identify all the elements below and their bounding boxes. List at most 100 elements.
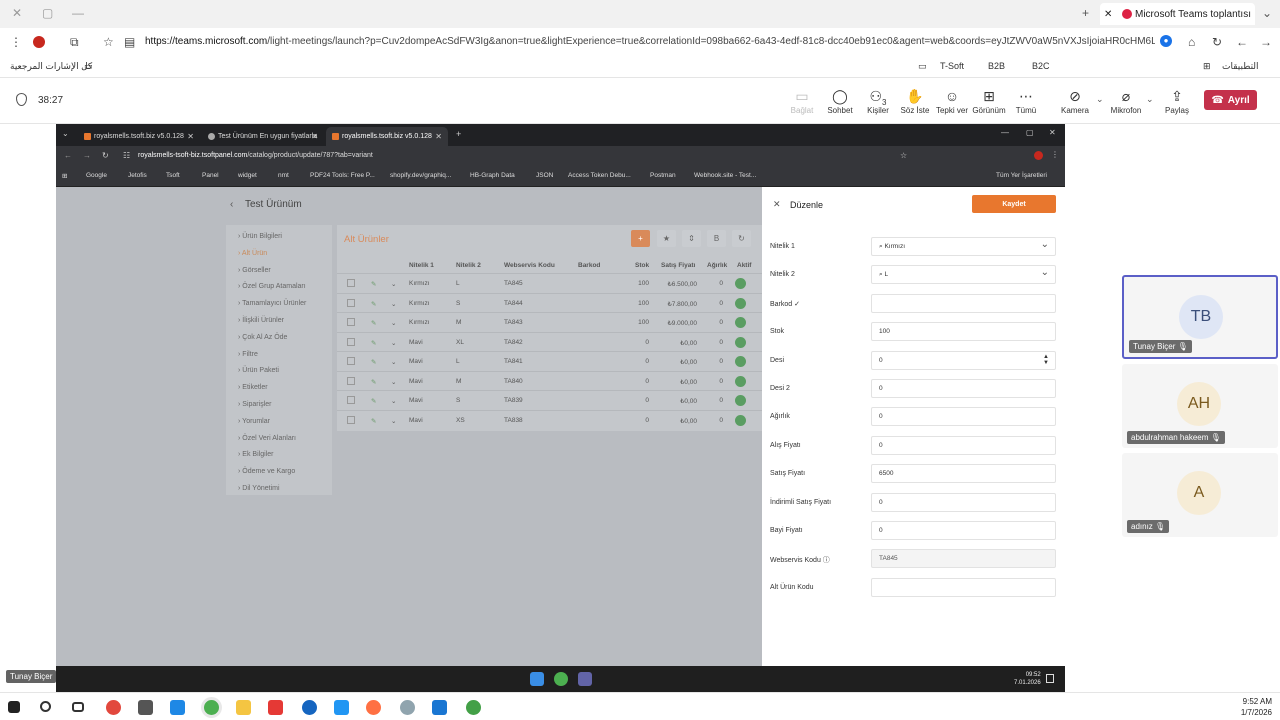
back-icon[interactable]: ← xyxy=(64,151,72,160)
active-check-icon[interactable] xyxy=(735,297,746,309)
nav-item[interactable]: › Tamamlayıcı Ürünler xyxy=(238,300,306,307)
menu-icon[interactable]: ⋮ xyxy=(1051,150,1059,159)
teams-icon[interactable] xyxy=(578,672,592,686)
save-button[interactable]: Kaydet xyxy=(972,195,1056,213)
inner-tab-1[interactable]: royalsmells.tsoft.biz v5.0.128 ✕ xyxy=(78,127,200,146)
edit-icon[interactable]: ✎ xyxy=(371,280,376,288)
row-checkbox[interactable] xyxy=(347,415,355,424)
nav-item[interactable]: › Ürün Bilgileri xyxy=(238,233,282,240)
site-info-icon[interactable]: ☷ xyxy=(123,151,130,160)
field-input[interactable]: TA845 xyxy=(871,549,1056,569)
windows-start-icon[interactable] xyxy=(8,701,20,713)
nav-item[interactable]: › Alt Ürün xyxy=(238,250,267,257)
nav-item[interactable]: › Çok Al Az Öde xyxy=(238,334,287,341)
chat-button[interactable]: ◯ Sohbet xyxy=(820,88,860,115)
close-icon[interactable]: ✕ xyxy=(12,6,22,20)
col-aktif[interactable]: Aktif xyxy=(737,262,751,269)
chevron-down-icon[interactable]: ⌄ xyxy=(1146,94,1154,105)
row-checkbox[interactable] xyxy=(347,279,355,287)
field-input[interactable]: 0 xyxy=(871,379,1056,398)
bookmark-shopify[interactable]: shopify.dev/graphiq... xyxy=(390,172,451,179)
connect-button[interactable]: ▭ Bağlat xyxy=(782,88,822,115)
anydesk-icon[interactable] xyxy=(268,700,283,715)
nav-item[interactable]: › Etiketler xyxy=(238,384,268,391)
col-nitelik2[interactable]: Nitelik 2 xyxy=(456,262,481,269)
app-icon[interactable] xyxy=(400,700,415,715)
active-check-icon[interactable] xyxy=(735,278,746,289)
mail-icon[interactable] xyxy=(170,700,185,715)
chevron-down-icon[interactable]: ⌄ xyxy=(391,397,396,405)
bookmark-hb-graph[interactable]: HB-Graph Data xyxy=(470,172,515,179)
app-icon[interactable] xyxy=(432,700,447,715)
field-input[interactable]: 0 ▲ ▼ xyxy=(871,350,1056,370)
field-input[interactable] xyxy=(871,293,1056,313)
row-checkbox[interactable] xyxy=(347,396,355,404)
chevron-down-icon[interactable]: ⌄ xyxy=(1262,6,1272,20)
chevron-down-icon[interactable]: ⌄ xyxy=(391,280,396,288)
bookmark-b2c[interactable]: B2C xyxy=(1032,61,1050,71)
share-button[interactable]: ⇪ Paylaş xyxy=(1157,88,1197,115)
tab-restore-icon[interactable]: ▢ xyxy=(42,6,53,20)
edit-icon[interactable]: ✎ xyxy=(371,300,376,308)
close-icon[interactable]: ✕ xyxy=(1049,128,1056,137)
active-check-icon[interactable] xyxy=(735,317,746,328)
profile-icon[interactable] xyxy=(33,36,45,48)
field-input[interactable]: 6500 xyxy=(871,464,1056,484)
chevron-down-icon[interactable]: ⌄ xyxy=(1096,94,1104,105)
chevron-down-icon[interactable]: ⌄ xyxy=(391,417,396,425)
notification-icon[interactable] xyxy=(1046,674,1054,683)
col-nitelik1[interactable]: Nitelik 1 xyxy=(409,262,434,269)
chrome-icon[interactable] xyxy=(204,700,219,715)
chrome-icon[interactable] xyxy=(466,700,481,715)
nav-item[interactable]: › Yorumlar xyxy=(238,418,270,425)
refresh-button[interactable]: ↻ xyxy=(732,230,751,247)
table-row[interactable]: ✎ ⌄ Mavi XL TA842 0 ₺0,00 0 xyxy=(337,331,762,351)
edit-icon[interactable]: ✎ xyxy=(371,319,376,327)
row-checkbox[interactable] xyxy=(347,318,355,326)
chrome-icon[interactable] xyxy=(554,672,568,686)
edit-icon[interactable]: ✎ xyxy=(371,378,376,386)
leave-button[interactable]: ☎ Ayrıl xyxy=(1204,90,1257,110)
field-input[interactable] xyxy=(871,577,1056,597)
more-button[interactable]: ⋯ Tümü xyxy=(1006,88,1046,115)
nav-item[interactable]: › İlişkili Ürünler xyxy=(238,317,284,324)
maximize-icon[interactable]: ▢ xyxy=(1026,128,1034,137)
view-button[interactable]: ⊞ Görünüm xyxy=(969,88,1009,115)
row-checkbox[interactable] xyxy=(347,376,355,385)
inner-tab-3[interactable]: royalsmells.tsoft.biz v5.0.128 ✕ xyxy=(326,127,448,146)
mic-indicator-icon[interactable]: ● xyxy=(1160,35,1172,47)
star-icon[interactable]: ☆ xyxy=(900,151,907,160)
bookmark-b2b[interactable]: B2B xyxy=(988,61,1005,71)
row-checkbox[interactable] xyxy=(347,357,355,365)
col-stok[interactable]: Stok xyxy=(635,262,649,269)
close-icon[interactable]: ✕ xyxy=(773,199,781,210)
tab-teams[interactable]: ✕ Microsoft Teams toplantısı xyxy=(1100,3,1255,25)
bookmark-apps[interactable]: التطبيقات xyxy=(1222,61,1259,72)
react-button[interactable]: ☺ Tepki ver xyxy=(932,88,972,115)
app-icon[interactable] xyxy=(106,700,121,715)
raise-hand-button[interactable]: ✋ Söz İste xyxy=(895,88,935,115)
reload-icon[interactable]: ↻ xyxy=(102,151,109,160)
mic-button[interactable]: ⌀ Mikrofon xyxy=(1106,88,1146,115)
bookmark-nmt[interactable]: nmt xyxy=(278,172,289,179)
active-check-icon[interactable] xyxy=(735,375,746,387)
field-input[interactable]: 100 xyxy=(871,322,1056,342)
bulk-button[interactable]: B xyxy=(707,230,726,247)
windows-start-icon[interactable] xyxy=(530,672,544,686)
col-agirlik[interactable]: Ağırlık xyxy=(707,262,727,269)
vpn-icon[interactable] xyxy=(302,700,317,715)
minimize-icon[interactable]: — xyxy=(1001,128,1009,137)
bookmark-tsoft[interactable]: T-Soft xyxy=(940,61,964,71)
bookmark-access-token[interactable]: Access Token Debu... xyxy=(568,172,631,179)
people-button[interactable]: ⚇3 Kişiler xyxy=(858,88,898,115)
table-row[interactable]: ✎ ⌄ Mavi M TA840 0 ₺0,00 0 xyxy=(337,370,762,390)
active-check-icon[interactable] xyxy=(735,395,746,406)
nav-item[interactable]: › Filtre xyxy=(238,351,258,358)
star-button[interactable]: ★ xyxy=(657,230,676,247)
minimize-icon[interactable]: — xyxy=(72,6,84,20)
all-bookmarks[interactable]: Tüm Yer İşaretleri xyxy=(996,172,1047,179)
forward-icon[interactable]: → xyxy=(1260,35,1272,49)
reader-icon[interactable]: ▤ xyxy=(124,35,135,49)
attribute-select[interactable]: ⌕ Kırmızı xyxy=(871,237,1056,256)
participant-tile[interactable]: AH abdulrahman hakeem 🎙 xyxy=(1122,364,1278,448)
